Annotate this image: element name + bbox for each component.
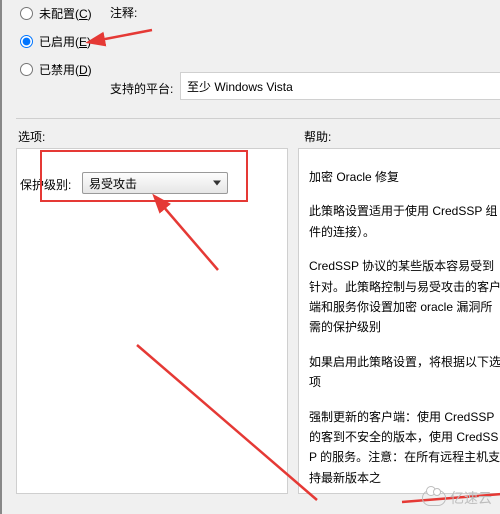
options-panel xyxy=(16,148,288,494)
help-text-title: 加密 Oracle 修复 xyxy=(309,167,500,187)
help-text-p4: 如果启用此策略设置，将根据以下选项 xyxy=(309,352,500,393)
radio-disabled-input[interactable] xyxy=(20,63,33,76)
radio-disabled-label: 已禁用(D) xyxy=(39,61,92,78)
help-heading: 帮助: xyxy=(304,128,331,145)
divider xyxy=(16,118,500,119)
options-heading: 选项: xyxy=(18,128,45,145)
help-text-p5: 强制更新的客户端：使用 CredSSP 的客到不安全的版本，使用 CredSSP… xyxy=(309,407,500,489)
note-label: 注释: xyxy=(110,4,137,21)
chevron-down-icon xyxy=(213,181,221,186)
supported-platform-label: 支持的平台: xyxy=(110,80,173,97)
radio-enabled-input[interactable] xyxy=(20,35,33,48)
radio-not-configured[interactable]: 未配置(C) xyxy=(20,0,160,26)
radio-not-configured-label: 未配置(C) xyxy=(39,5,92,22)
radio-enabled-label: 已启用(E) xyxy=(39,33,91,50)
help-panel[interactable]: 加密 Oracle 修复 此策略设置适用于使用 CredSSP 组件的连接）。 … xyxy=(298,148,500,494)
radio-enabled[interactable]: 已启用(E) xyxy=(20,28,160,54)
protect-level-dropdown[interactable]: 易受攻击 xyxy=(82,172,228,194)
protect-level-value: 易受攻击 xyxy=(89,175,137,192)
supported-platform-value: 至少 Windows Vista xyxy=(180,72,500,100)
protect-level-label: 保护级别: xyxy=(20,176,71,193)
help-text-p2: 此策略设置适用于使用 CredSSP 组件的连接）。 xyxy=(309,201,500,242)
radio-not-configured-input[interactable] xyxy=(20,7,33,20)
radio-disabled[interactable]: 已禁用(D) xyxy=(20,56,160,82)
help-text-p3: CredSSP 协议的某些版本容易受到针对。此策略控制与易受攻击的客户端和服务你… xyxy=(309,256,500,338)
